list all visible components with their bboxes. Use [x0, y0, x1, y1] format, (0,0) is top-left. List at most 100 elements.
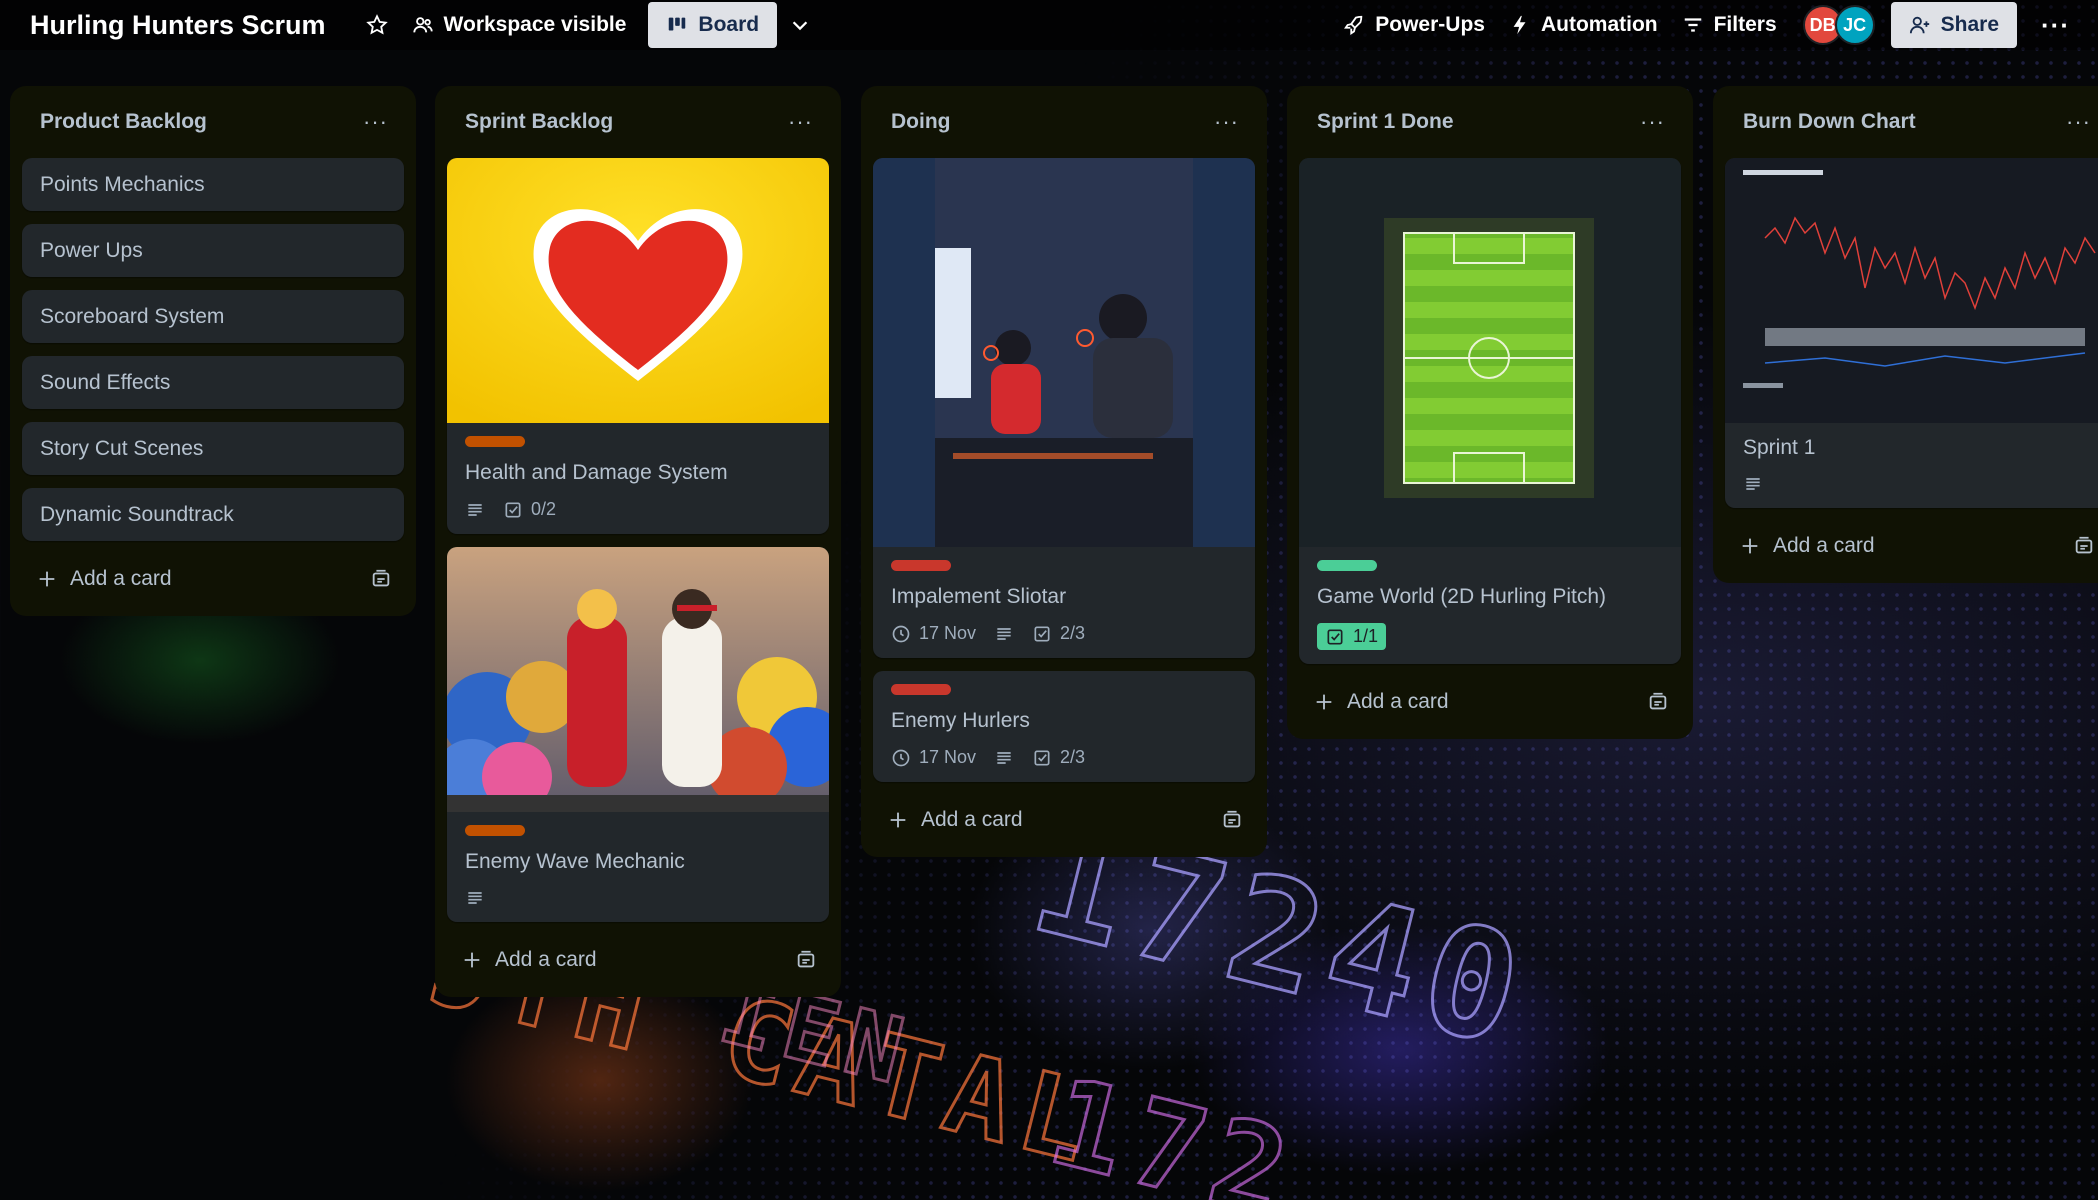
plus-icon [1742, 538, 1758, 554]
template-icon[interactable] [795, 949, 817, 971]
member-avatar[interactable]: JC [1834, 5, 1875, 45]
description-icon [997, 627, 1011, 640]
list-product-backlog: Product Backlog ··· Points Mechanics Pow… [10, 86, 416, 616]
checklist-count: 2/3 [1060, 623, 1086, 643]
add-card-button[interactable]: Add a card [1299, 677, 1681, 727]
share-label: Share [1940, 13, 2000, 36]
filters-button[interactable]: Filters [1670, 2, 1789, 48]
card-label [465, 825, 525, 836]
list-menu-button[interactable]: ··· [780, 105, 821, 139]
rocket-icon [1344, 15, 1363, 35]
card[interactable]: Dynamic Soundtrack [22, 488, 404, 541]
card[interactable]: Health and Damage System 0/2 [447, 158, 829, 534]
description-icon [997, 751, 1011, 764]
list-title[interactable]: Burn Down Chart [1743, 110, 1916, 134]
automation-label: Automation [1540, 13, 1658, 36]
card-label [465, 436, 525, 447]
list-header: Product Backlog ··· [22, 86, 404, 158]
powerups-label: Power-Ups [1375, 13, 1485, 36]
card[interactable]: Sound Effects [22, 356, 404, 409]
description-badge [1743, 474, 1763, 494]
card[interactable]: Enemy Wave Mechanic [447, 547, 829, 922]
card-title: Sound Effects [40, 370, 171, 394]
card-cover-image [447, 547, 829, 812]
visibility-button[interactable]: Workspace visible [400, 2, 639, 48]
card-title: Scoreboard System [40, 304, 225, 328]
card-title: Impalement Sliotar [891, 585, 1067, 608]
add-card-button[interactable]: Add a card [22, 554, 404, 604]
template-icon[interactable] [1647, 691, 1669, 713]
board-title[interactable]: Hurling Hunters Scrum [30, 10, 326, 41]
card[interactable]: Game World (2D Hurling Pitch) 1/1 [1299, 158, 1681, 664]
card-title: Enemy Wave Mechanic [465, 850, 685, 873]
powerups-button[interactable]: Power-Ups [1331, 2, 1497, 48]
due-date: 17 Nov [919, 623, 977, 643]
list-sprint-backlog: Sprint Backlog ··· Health and Damage Sys… [435, 86, 841, 997]
plus-icon [890, 812, 906, 828]
template-icon[interactable] [2073, 535, 2095, 557]
add-card-button[interactable]: Add a card [873, 795, 1255, 845]
list-doing: Doing ··· Impalement Sliotar 17 Nov 2/3 … [861, 86, 1267, 857]
star-button[interactable] [354, 2, 400, 48]
template-icon[interactable] [1221, 809, 1243, 831]
card[interactable]: Scoreboard System [22, 290, 404, 343]
list-header: Sprint Backlog ··· [447, 86, 829, 158]
card-title: Power Ups [40, 238, 143, 262]
due-date-badge: 17 Nov [891, 623, 976, 644]
plus-icon [39, 571, 55, 587]
card[interactable]: Sprint 1 [1725, 158, 2098, 508]
plus-icon [464, 952, 480, 968]
board-view-button[interactable]: Board [648, 2, 778, 48]
description-badge [994, 748, 1014, 768]
automation-button[interactable]: Automation [1497, 2, 1670, 48]
template-icon[interactable] [370, 568, 392, 590]
description-icon [468, 503, 482, 516]
description-badge [465, 888, 485, 908]
card-title: Story Cut Scenes [40, 436, 204, 460]
checklist-icon [1034, 626, 1050, 641]
list-title[interactable]: Sprint 1 Done [1317, 110, 1454, 134]
due-date-badge: 17 Nov [891, 747, 976, 768]
filters-label: Filters [1713, 13, 1777, 36]
description-badge [465, 500, 485, 520]
list-menu-button[interactable]: ··· [355, 105, 396, 139]
checklist-icon [1327, 629, 1343, 644]
checklist-icon [1034, 750, 1050, 765]
board-header: Hurling Hunters Scrum Workspace visible … [0, 0, 2098, 50]
list-menu-button[interactable]: ··· [2058, 105, 2098, 139]
card-title: Game World (2D Hurling Pitch) [1317, 585, 1607, 608]
checklist-badge: 2/3 [1032, 623, 1085, 644]
card[interactable]: Story Cut Scenes [22, 422, 404, 475]
card-title: Sprint 1 [1743, 436, 1816, 459]
card-cover-image [873, 158, 1255, 547]
visibility-label: Workspace visible [443, 13, 627, 36]
chevron-down-icon [792, 21, 808, 31]
list-title[interactable]: Sprint Backlog [465, 110, 613, 134]
card[interactable]: Enemy Hurlers 17 Nov 2/3 [873, 671, 1255, 782]
checklist-icon [505, 502, 521, 517]
card-title: Enemy Hurlers [891, 709, 1030, 732]
checklist-count: 1/1 [1353, 626, 1379, 646]
description-icon [1746, 478, 1760, 490]
list-title[interactable]: Doing [891, 110, 950, 134]
board-menu-button[interactable]: ··· [2031, 2, 2080, 48]
share-button[interactable]: Share [1890, 2, 2018, 48]
view-switcher-button[interactable] [777, 2, 823, 48]
add-card-button[interactable]: Add a card [1725, 521, 2098, 571]
card-title: Points Mechanics [40, 172, 205, 196]
add-person-icon [1909, 16, 1929, 34]
card[interactable]: Points Mechanics [22, 158, 404, 211]
card[interactable]: Power Ups [22, 224, 404, 277]
card[interactable]: Impalement Sliotar 17 Nov 2/3 [873, 158, 1255, 658]
filter-icon [1684, 18, 1701, 32]
list-header: Doing ··· [873, 86, 1255, 158]
list-title[interactable]: Product Backlog [40, 110, 207, 134]
list-menu-button[interactable]: ··· [1632, 105, 1673, 139]
list-sprint-1-done: Sprint 1 Done ··· Game World (2D Hurling… [1287, 86, 1693, 739]
add-card-label: Add a card [1773, 534, 1875, 557]
add-card-button[interactable]: Add a card [447, 935, 829, 985]
add-card-label: Add a card [1347, 690, 1449, 713]
list-menu-button[interactable]: ··· [1206, 105, 1247, 139]
card-cover-image [447, 158, 829, 423]
checklist-complete-badge: 1/1 [1317, 623, 1387, 650]
